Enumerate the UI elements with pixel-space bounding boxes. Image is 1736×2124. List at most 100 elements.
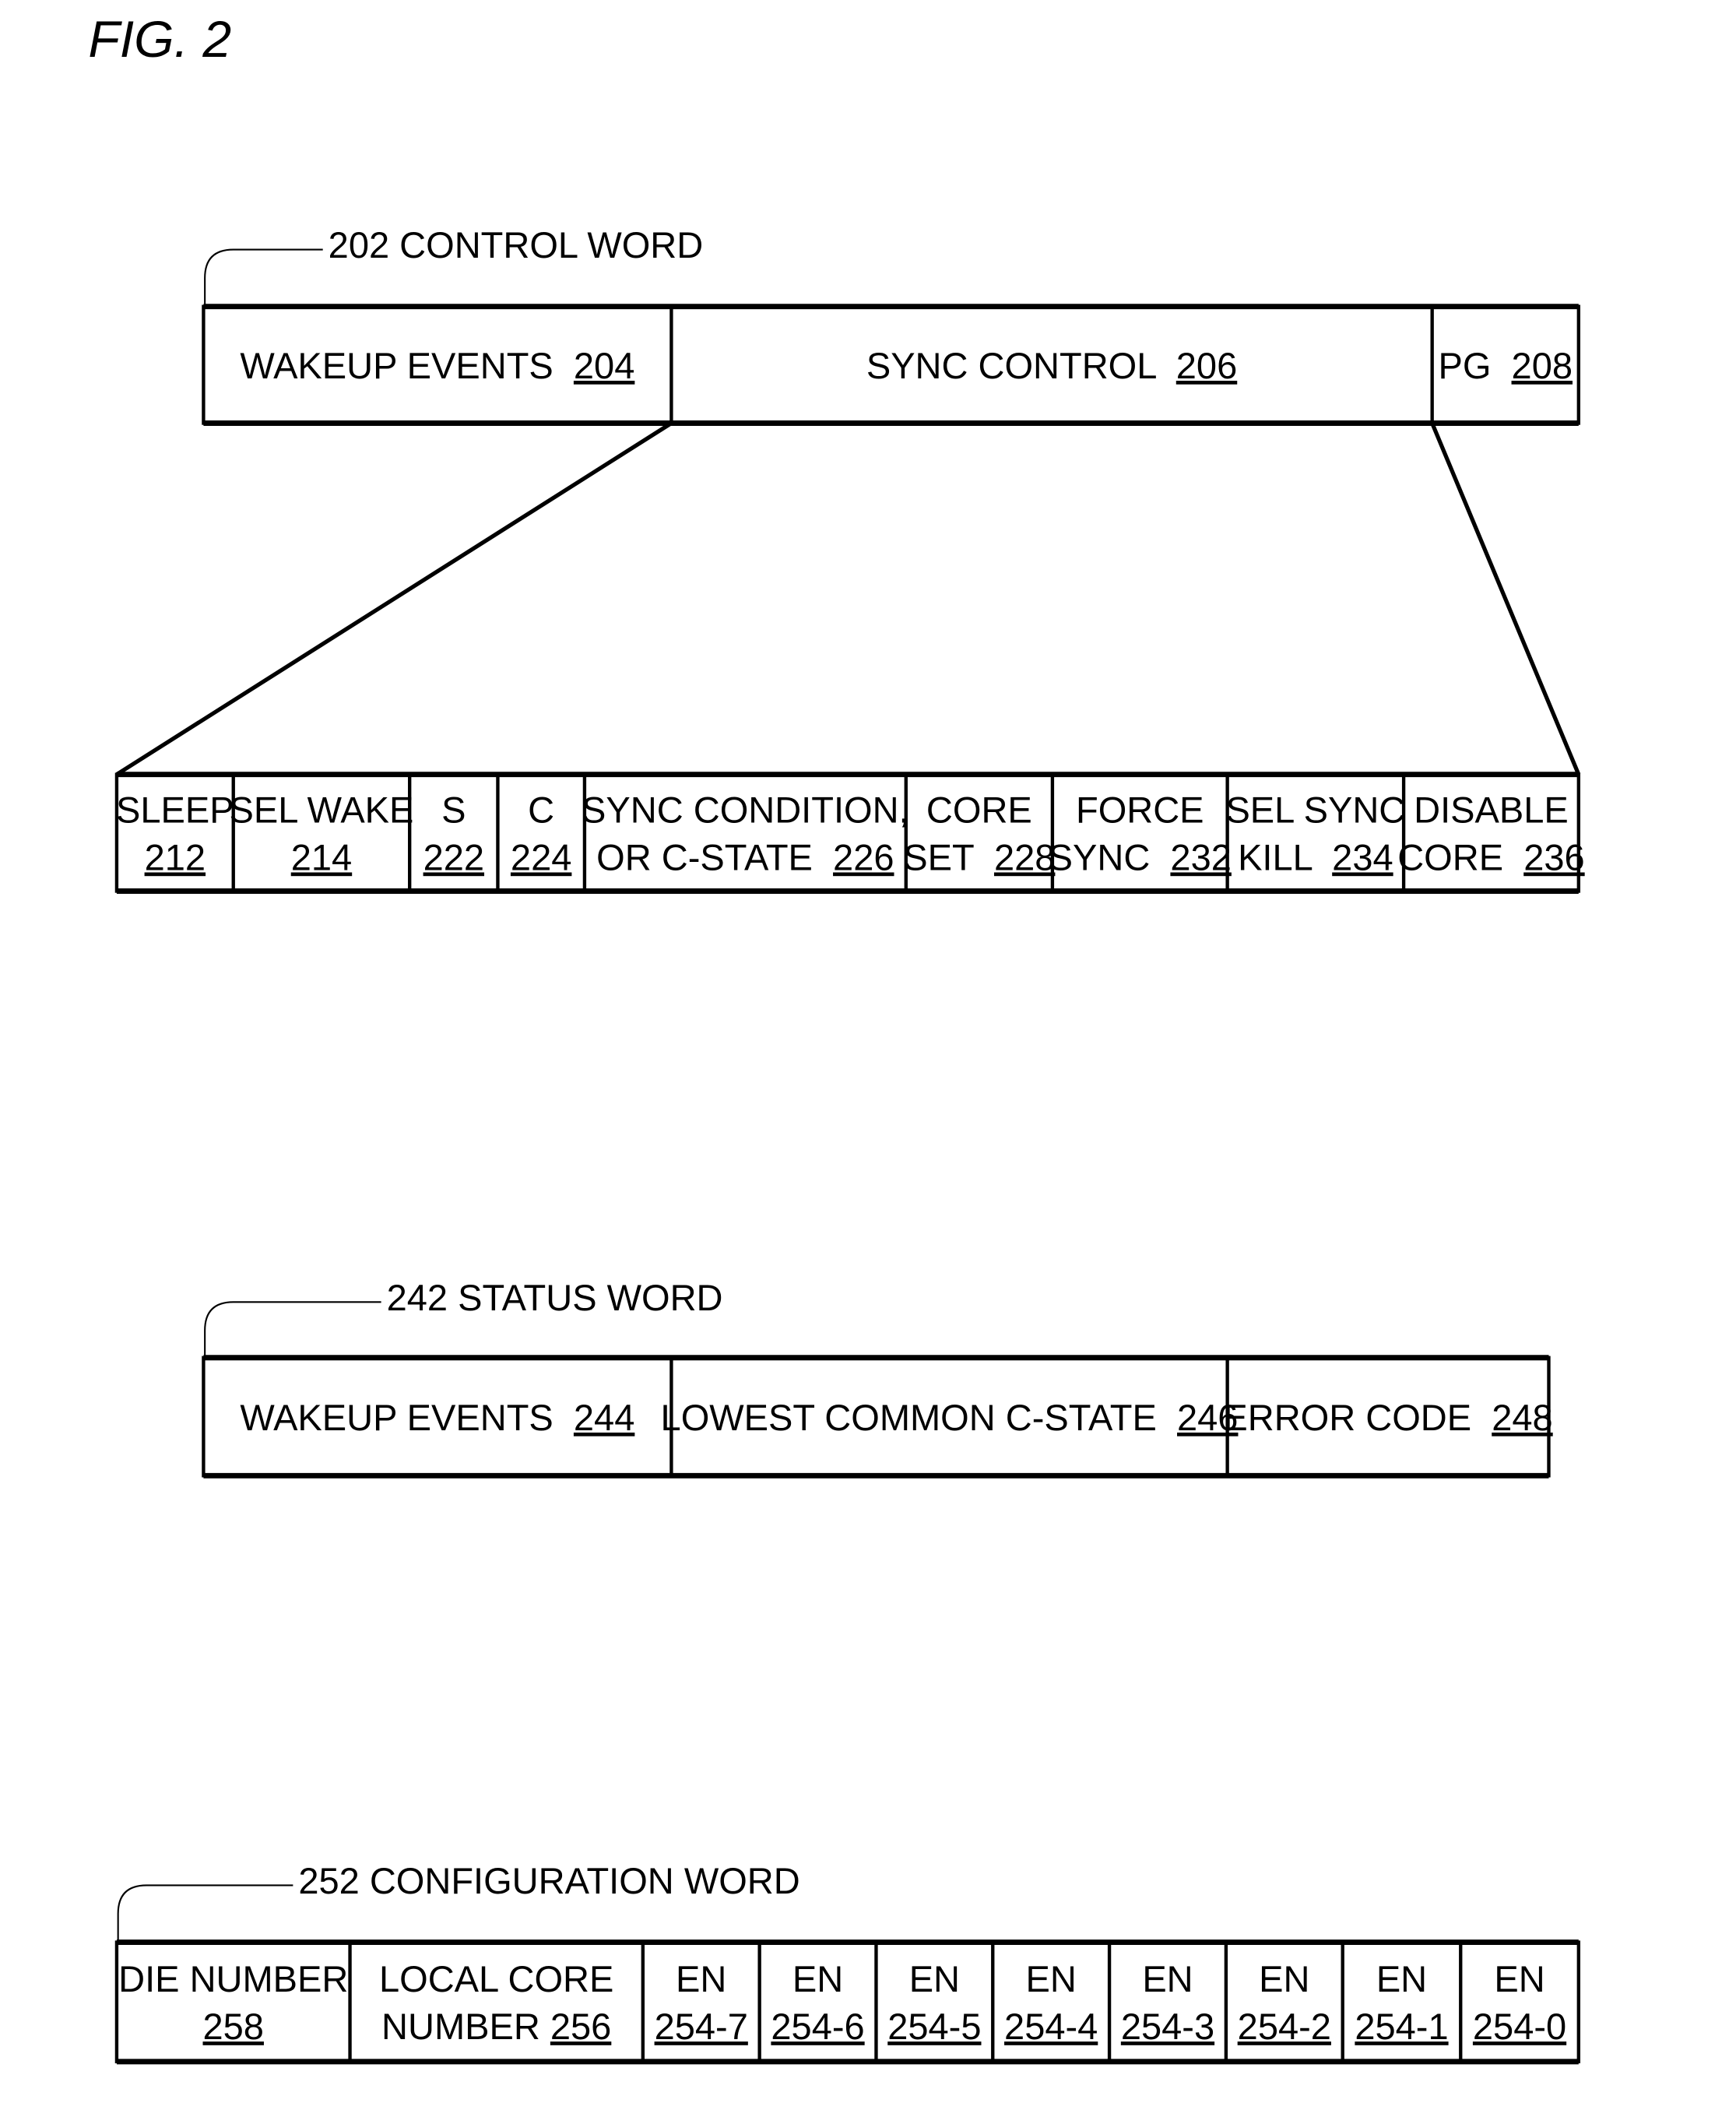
sync-control-field-4-line-1: C	[528, 789, 554, 831]
configuration-word-leader	[117, 1884, 293, 1943]
control-word-fields: WAKEUP EVENTS 204 SYNC CONTROL 206 PG 208	[202, 304, 1580, 426]
field-name: WAKEUP EVENTS	[240, 345, 573, 386]
reference-numeral: 258	[203, 2006, 264, 2047]
field-name: DIE NUMBER	[118, 1958, 348, 1999]
field-name: EN	[1376, 1958, 1427, 1999]
field-name: KILL	[1238, 837, 1332, 878]
field-name: EN	[1259, 1958, 1309, 1999]
reference-numeral: 232	[1170, 837, 1231, 878]
field-name: SYNC	[1049, 837, 1171, 878]
sync-control-field-4-line-2: 224	[511, 837, 571, 878]
field-name: CORE	[926, 789, 1032, 831]
configuration-word: 252 CONFIGURATION WORD DIE NUMBER 258 LOCA…	[114, 1860, 1580, 2065]
configuration-word-field-4-line-1: EN	[792, 1958, 843, 1999]
field-name: EN	[1026, 1958, 1077, 1999]
reference-numeral: 206	[1176, 345, 1237, 386]
reference-numeral: 254-5	[887, 2006, 981, 2047]
configuration-word-field-8-line-2: 254-2	[1238, 2006, 1331, 2047]
reference-numeral: 254-7	[655, 2006, 748, 2047]
configuration-word-field-5-line-1: EN	[909, 1958, 960, 1999]
configuration-word-field-3-line-1: EN	[676, 1958, 726, 1999]
control-word-field-2-line-1: SYNC CONTROL 206	[866, 345, 1237, 386]
field-name: OR C-STATE	[596, 837, 833, 878]
sync-control-field-1-line-2: 212	[145, 837, 206, 878]
field-name: S	[441, 789, 466, 831]
field-name: DISABLE	[1414, 789, 1569, 831]
field-name: C	[528, 789, 554, 831]
control-word-leader	[204, 248, 323, 307]
configuration-word-field-1-line-1: DIE NUMBER	[118, 1958, 348, 1999]
sync-control-expansion: SLEEP 212 SEL WAKE 214 S 222 C 224 SYNC CONDITIO…	[114, 772, 1585, 894]
status-word-field-1-line-1: WAKEUP EVENTS 244	[240, 1397, 634, 1438]
field-name: SET	[903, 837, 994, 878]
expansion-line-right	[1430, 422, 1581, 775]
reference-numeral: 234	[1332, 837, 1393, 878]
control-word-label: 202 CONTROL WORD	[329, 224, 704, 266]
field-name: EN	[676, 1958, 726, 1999]
configuration-word-field-7-line-2: 254-3	[1121, 2006, 1214, 2047]
field-name: LOWEST COMMON C-STATE	[661, 1397, 1177, 1438]
field-name: EN	[909, 1958, 960, 1999]
reference-numeral: 254-0	[1473, 2006, 1566, 2047]
configuration-word-field-10-line-2: 254-0	[1473, 2006, 1566, 2047]
sync-control-field-9-line-1: DISABLE	[1414, 789, 1569, 831]
field-name: SEL SYNC	[1225, 789, 1405, 831]
sync-control-field-7-line-1: FORCE	[1076, 789, 1204, 831]
reference-numeral: 226	[833, 837, 894, 878]
configuration-word-field-5-line-2: 254-5	[887, 2006, 981, 2047]
configuration-word-field-6-line-1: EN	[1026, 1958, 1077, 1999]
sync-control-field-5-line-1: SYNC CONDITION,	[582, 789, 909, 831]
status-word-fields: WAKEUP EVENTS 244 LOWEST COMMON C-STATE 2…	[202, 1355, 1553, 1479]
control-word-field-1-line-1: WAKEUP EVENTS 204	[240, 345, 634, 386]
field-name: SEL WAKE	[230, 789, 414, 831]
sync-control-field-6-line-1: CORE	[926, 789, 1032, 831]
status-word-field-3-line-1: ERROR CODE 248	[1223, 1397, 1552, 1438]
reference-numeral: 212	[145, 837, 206, 878]
reference-numeral: 256	[550, 2006, 611, 2047]
control-word-field-3-line-1: PG 208	[1438, 345, 1573, 386]
sync-control-field-8-line-1: SEL SYNC	[1225, 789, 1405, 831]
sync-control-field-6-line-2: SET 228	[903, 837, 1055, 878]
reference-numeral: 254-1	[1355, 2006, 1448, 2047]
control-word: 202 CONTROL WORD WAKEUP EVENTS 204 SYNC C…	[202, 224, 1580, 426]
reference-numeral: 254-2	[1238, 2006, 1331, 2047]
field-name: SYNC CONTROL	[866, 345, 1176, 386]
reference-numeral: 248	[1492, 1397, 1552, 1438]
configuration-word-field-9-line-1: EN	[1376, 1958, 1427, 1999]
field-name: ERROR CODE	[1223, 1397, 1492, 1438]
status-word: 242 STATUS WORD WAKEUP EVENTS 244 LOWEST …	[202, 1277, 1553, 1479]
field-name: SLEEP	[116, 789, 234, 831]
status-word-label: 242 STATUS WORD	[387, 1277, 723, 1318]
field-name: WAKEUP EVENTS	[240, 1397, 573, 1438]
figure-title: FIG. 2	[88, 11, 231, 69]
status-word-field-2-line-1: LOWEST COMMON C-STATE 246	[661, 1397, 1239, 1438]
reference-numeral: 244	[574, 1397, 634, 1438]
reference-numeral: 254-3	[1121, 2006, 1214, 2047]
reference-numeral: 228	[994, 837, 1055, 878]
sync-control-field-1-line-1: SLEEP	[116, 789, 234, 831]
configuration-word-field-1-line-2: 258	[203, 2006, 264, 2047]
reference-numeral: 208	[1512, 345, 1573, 386]
sync-control-field-5-line-2: OR C-STATE 226	[596, 837, 894, 878]
configuration-word-field-10-line-1: EN	[1494, 1958, 1544, 1999]
sync-control-field-9-line-2: CORE 236	[1397, 837, 1584, 878]
sync-control-field-2-line-2: 214	[291, 837, 352, 878]
field-name: EN	[792, 1958, 843, 1999]
configuration-word-field-4-line-2: 254-6	[771, 2006, 864, 2047]
field-name: EN	[1142, 1958, 1193, 1999]
configuration-word-field-7-line-1: EN	[1142, 1958, 1193, 1999]
reference-numeral: 214	[291, 837, 352, 878]
field-name: SYNC CONDITION,	[582, 789, 909, 831]
reference-numeral: 204	[574, 345, 634, 386]
field-name: EN	[1494, 1958, 1544, 1999]
sync-control-field-2-line-1: SEL WAKE	[230, 789, 414, 831]
configuration-word-field-8-line-1: EN	[1259, 1958, 1309, 1999]
sync-control-field-3-line-2: 222	[423, 837, 484, 878]
expansion-line-left	[115, 421, 673, 776]
configuration-word-field-9-line-2: 254-1	[1355, 2006, 1448, 2047]
field-name: FORCE	[1076, 789, 1204, 831]
configuration-word-field-6-line-2: 254-4	[1004, 2006, 1098, 2047]
reference-numeral: 222	[423, 837, 484, 878]
field-name: CORE	[1397, 837, 1523, 878]
field-name: NUMBER	[381, 2006, 550, 2047]
